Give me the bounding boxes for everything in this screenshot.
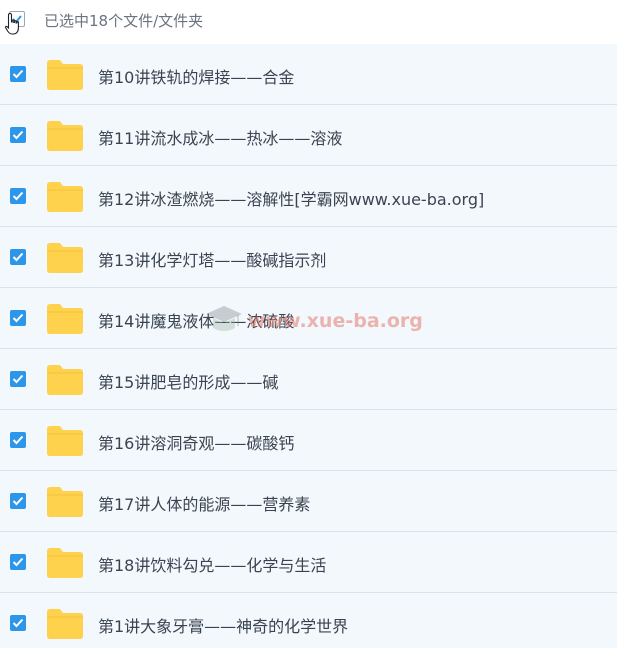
list-item[interactable]: 第1讲大象牙膏——神奇的化学世界 <box>0 593 617 648</box>
folder-name[interactable]: 第1讲大象牙膏——神奇的化学世界 <box>98 613 348 637</box>
list-item[interactable]: 第15讲肥皂的形成——碱 <box>0 349 617 410</box>
list-item[interactable]: 第14讲魔鬼液体——浓硫酸 <box>0 288 617 349</box>
folder-icon <box>47 426 83 456</box>
folder-icon <box>47 365 83 395</box>
folder-name[interactable]: 第17讲人体的能源——营养素 <box>98 491 310 515</box>
folder-name[interactable]: 第13讲化学灯塔——酸碱指示剂 <box>98 247 326 271</box>
row-checkbox[interactable] <box>10 66 26 82</box>
folder-icon <box>47 60 83 90</box>
checkmark-icon <box>12 374 24 384</box>
checkmark-icon <box>12 435 24 445</box>
folder-name[interactable]: 第11讲流水成冰——热冰——溶液 <box>98 125 342 149</box>
folder-icon <box>47 609 83 639</box>
folder-name[interactable]: 第16讲溶洞奇观——碳酸钙 <box>98 430 294 454</box>
checkmark-icon <box>12 618 24 628</box>
folder-name[interactable]: 第15讲肥皂的形成——碱 <box>98 369 278 393</box>
list-item[interactable]: 第11讲流水成冰——热冰——溶液 <box>0 105 617 166</box>
selection-count-text: 已选中18个文件/文件夹 <box>44 12 204 30</box>
row-checkbox[interactable] <box>10 493 26 509</box>
row-checkbox[interactable] <box>10 432 26 448</box>
folder-name[interactable]: 第18讲饮料勾兑——化学与生活 <box>98 552 326 576</box>
selection-header: 已选中18个文件/文件夹 <box>0 0 617 44</box>
folder-icon <box>47 243 83 273</box>
row-checkbox[interactable] <box>10 554 26 570</box>
row-checkbox[interactable] <box>10 310 26 326</box>
list-item[interactable]: 第13讲化学灯塔——酸碱指示剂 <box>0 227 617 288</box>
row-checkbox[interactable] <box>10 127 26 143</box>
row-checkbox[interactable] <box>10 249 26 265</box>
list-item[interactable]: 第12讲冰渣燃烧——溶解性[学霸网www.xue-ba.org] <box>0 166 617 227</box>
folder-icon <box>47 548 83 578</box>
folder-name[interactable]: 第12讲冰渣燃烧——溶解性[学霸网www.xue-ba.org] <box>98 186 484 210</box>
folder-name[interactable]: 第14讲魔鬼液体——浓硫酸 <box>98 308 294 332</box>
row-checkbox[interactable] <box>10 615 26 631</box>
checkmark-icon <box>12 191 24 201</box>
list-item[interactable]: 第17讲人体的能源——营养素 <box>0 471 617 532</box>
checkmark-icon <box>12 130 24 140</box>
row-checkbox[interactable] <box>10 188 26 204</box>
checkmark-icon <box>12 557 24 567</box>
checkmark-icon <box>12 313 24 323</box>
list-item[interactable]: 第16讲溶洞奇观——碳酸钙 <box>0 410 617 471</box>
row-checkbox[interactable] <box>10 371 26 387</box>
file-list-page: 已选中18个文件/文件夹 第10讲铁轨的焊接——合金 第11讲流水成冰——热冰—… <box>0 0 617 648</box>
checkmark-icon <box>12 69 24 79</box>
folder-name[interactable]: 第10讲铁轨的焊接——合金 <box>98 64 294 88</box>
list-item[interactable]: 第10讲铁轨的焊接——合金 <box>0 44 617 105</box>
folder-icon <box>47 304 83 334</box>
hand-pointer-icon <box>4 12 19 35</box>
folder-icon <box>47 182 83 212</box>
checkmark-icon <box>12 252 24 262</box>
checkmark-icon <box>12 496 24 506</box>
folder-icon <box>47 121 83 151</box>
list-item[interactable]: 第18讲饮料勾兑——化学与生活 <box>0 532 617 593</box>
folder-icon <box>47 487 83 517</box>
